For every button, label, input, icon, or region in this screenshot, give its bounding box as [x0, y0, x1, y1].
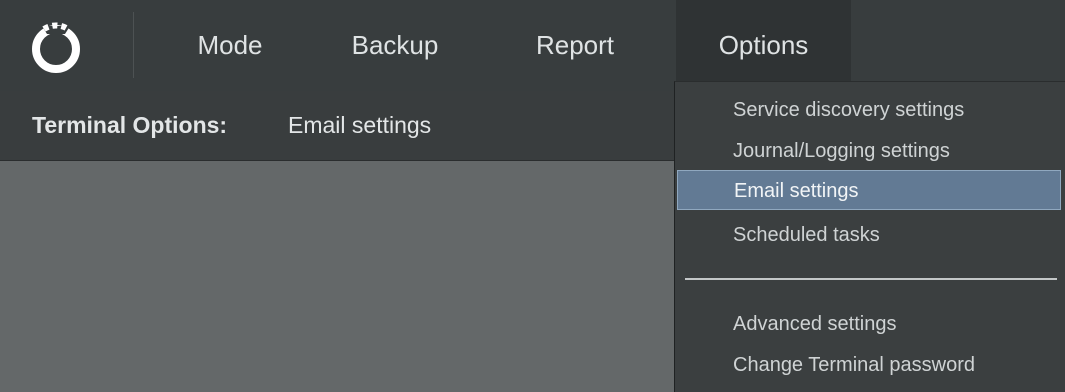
options-dropdown-menu: Service discovery settings Journal/Loggi…: [674, 81, 1065, 392]
menu-options[interactable]: Options: [676, 0, 851, 91]
menu-item-service-discovery[interactable]: Service discovery settings: [677, 90, 1061, 130]
menu-backup[interactable]: Backup: [320, 0, 470, 91]
menu-separator: [685, 278, 1057, 280]
menu-report[interactable]: Report: [505, 0, 645, 91]
app-window: Mode Backup Report Options Terminal Opti…: [0, 0, 1065, 392]
menu-item-journal-logging[interactable]: Journal/Logging settings: [677, 131, 1061, 171]
top-menu-bar: Mode Backup Report Options: [0, 0, 1065, 91]
page-title: Email settings: [288, 112, 432, 138]
ring-logo-icon[interactable]: [28, 18, 84, 74]
page-section-label: Terminal Options:: [32, 112, 228, 138]
menu-item-email-settings[interactable]: Email settings: [677, 170, 1061, 210]
logo-divider: [133, 12, 134, 78]
menu-mode[interactable]: Mode: [170, 0, 290, 91]
menu-item-scheduled-tasks[interactable]: Scheduled tasks: [677, 215, 1061, 255]
menu-item-advanced-settings[interactable]: Advanced settings: [677, 304, 1061, 344]
menu-item-change-password[interactable]: Change Terminal password: [677, 345, 1061, 385]
